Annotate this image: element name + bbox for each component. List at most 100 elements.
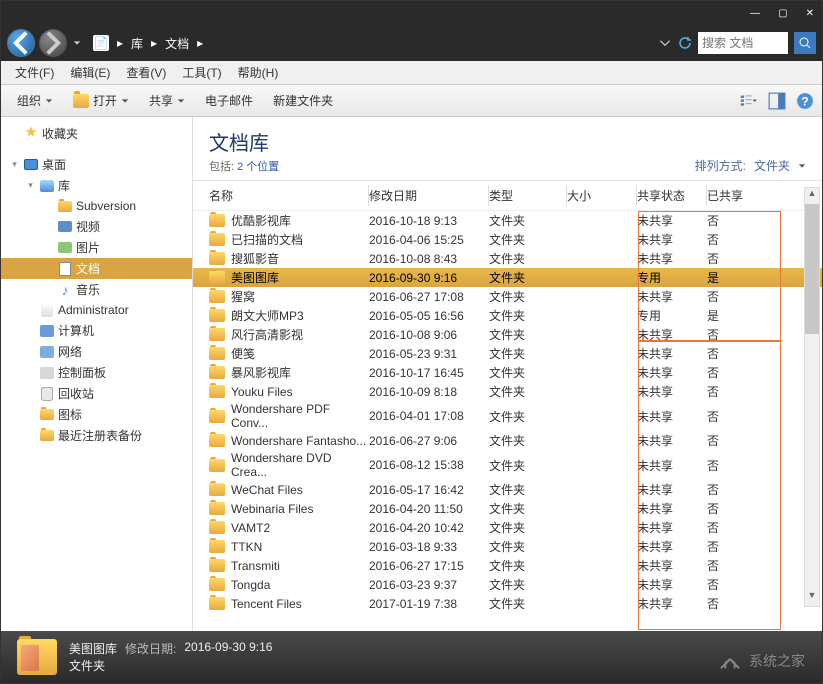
minimize-button[interactable]: — bbox=[750, 8, 760, 19]
close-button[interactable]: ✕ bbox=[806, 8, 814, 19]
file-row[interactable]: Webinaria Files2016-04-20 11:50文件夹未共享否 bbox=[193, 499, 822, 518]
expand-icon[interactable] bbox=[25, 388, 36, 399]
organize-button[interactable]: 组织 bbox=[9, 89, 61, 112]
file-row[interactable]: Wondershare PDF Conv...2016-04-01 17:08文… bbox=[193, 401, 822, 431]
scroll-down-button[interactable]: ▼ bbox=[805, 590, 819, 606]
selected-item-date: 2016-09-30 9:16 bbox=[184, 640, 272, 657]
scrollbar-thumb[interactable] bbox=[805, 204, 819, 334]
expand-icon[interactable] bbox=[43, 221, 54, 232]
tree-item-桌面[interactable]: ▾桌面 bbox=[1, 154, 192, 175]
scroll-up-button[interactable]: ▲ bbox=[805, 188, 819, 204]
music-icon: ♪ bbox=[57, 282, 73, 298]
expand-icon[interactable] bbox=[25, 305, 36, 316]
folder-open-icon bbox=[73, 94, 89, 108]
column-headers[interactable]: 名称 修改日期 类型 大小 共享状态 已共享 bbox=[193, 181, 822, 211]
breadcrumb-item[interactable]: 文档 bbox=[165, 35, 189, 52]
sort-value[interactable]: 文件夹 bbox=[754, 157, 790, 174]
nav-tree[interactable]: 收藏夹▾桌面▾库Subversion视频图片文档♪音乐Administrator… bbox=[1, 117, 193, 631]
expand-icon[interactable] bbox=[25, 325, 36, 336]
menu-edit[interactable]: 编辑(E) bbox=[64, 62, 116, 83]
file-row[interactable]: Tongda2016-03-23 9:37文件夹未共享否 bbox=[193, 575, 822, 594]
preview-pane-button[interactable] bbox=[768, 92, 786, 110]
expand-icon[interactable] bbox=[25, 367, 36, 378]
forward-button[interactable] bbox=[39, 29, 67, 57]
expand-icon[interactable] bbox=[9, 128, 20, 139]
scrollbar[interactable]: ▲ ▼ bbox=[804, 187, 820, 607]
file-row[interactable]: 便笺2016-05-23 9:31文件夹未共享否 bbox=[193, 344, 822, 363]
folder-icon bbox=[209, 347, 225, 360]
share-button[interactable]: 共享 bbox=[141, 89, 193, 112]
expand-icon[interactable] bbox=[43, 263, 54, 274]
back-button[interactable] bbox=[7, 29, 35, 57]
file-row[interactable]: 搜狐影音2016-10-08 8:43文件夹未共享否 bbox=[193, 249, 822, 268]
file-row[interactable]: 美图图库2016-09-30 9:16文件夹专用是 bbox=[193, 268, 822, 287]
file-date: 2016-04-20 11:50 bbox=[369, 502, 489, 516]
file-row[interactable]: 暴风影视库2016-10-17 16:45文件夹未共享否 bbox=[193, 363, 822, 382]
new-folder-button[interactable]: 新建文件夹 bbox=[265, 89, 341, 112]
file-list[interactable]: 优酷影视库2016-10-18 9:13文件夹未共享否已扫描的文档2016-04… bbox=[193, 211, 822, 631]
tree-item-回收站[interactable]: 回收站 bbox=[1, 383, 192, 404]
maximize-button[interactable]: ▢ bbox=[778, 8, 787, 19]
menu-help[interactable]: 帮助(H) bbox=[232, 62, 285, 83]
search-button[interactable] bbox=[794, 32, 816, 54]
file-name: 已扫描的文档 bbox=[231, 231, 303, 248]
tree-item-计算机[interactable]: 计算机 bbox=[1, 320, 192, 341]
tree-item-库[interactable]: ▾库 bbox=[1, 175, 192, 196]
col-type[interactable]: 类型 bbox=[489, 185, 567, 206]
file-row[interactable]: 风行高清影视2016-10-08 9:06文件夹未共享否 bbox=[193, 325, 822, 344]
file-row[interactable]: Youku Files2016-10-09 8:18文件夹未共享否 bbox=[193, 382, 822, 401]
breadcrumb-item[interactable]: 库 bbox=[131, 35, 143, 52]
tree-item-控制面板[interactable]: 控制面板 bbox=[1, 362, 192, 383]
col-share-status[interactable]: 共享状态 bbox=[637, 185, 707, 206]
email-button[interactable]: 电子邮件 bbox=[197, 89, 261, 112]
tree-item-label: 库 bbox=[58, 177, 70, 194]
tree-item-网络[interactable]: 网络 bbox=[1, 341, 192, 362]
file-row[interactable]: 猩窝2016-06-27 17:08文件夹未共享否 bbox=[193, 287, 822, 306]
file-row[interactable]: TTKN2016-03-18 9:33文件夹未共享否 bbox=[193, 537, 822, 556]
file-row[interactable]: VAMT22016-04-20 10:42文件夹未共享否 bbox=[193, 518, 822, 537]
tree-item-音乐[interactable]: ♪音乐 bbox=[1, 279, 192, 300]
open-button[interactable]: 打开 bbox=[65, 89, 137, 112]
expand-icon[interactable] bbox=[43, 201, 54, 212]
chevron-down-icon[interactable] bbox=[658, 36, 672, 50]
menu-file[interactable]: 文件(F) bbox=[9, 62, 60, 83]
tree-item-Administrator[interactable]: Administrator bbox=[1, 300, 192, 320]
menu-tools[interactable]: 工具(T) bbox=[176, 62, 227, 83]
file-row[interactable]: Transmiti2016-06-27 17:15文件夹未共享否 bbox=[193, 556, 822, 575]
file-row[interactable]: WeChat Files2016-05-17 16:42文件夹未共享否 bbox=[193, 480, 822, 499]
tree-item-收藏夹[interactable]: 收藏夹 bbox=[1, 123, 192, 144]
tree-item-视频[interactable]: 视频 bbox=[1, 216, 192, 237]
file-row[interactable]: Wondershare DVD Crea...2016-08-12 15:38文… bbox=[193, 450, 822, 480]
file-row[interactable]: 优酷影视库2016-10-18 9:13文件夹未共享否 bbox=[193, 211, 822, 230]
expand-icon[interactable]: ▾ bbox=[9, 159, 20, 170]
tree-item-图片[interactable]: 图片 bbox=[1, 237, 192, 258]
expand-icon[interactable] bbox=[43, 242, 54, 253]
file-row[interactable]: Tencent Files2017-01-19 7:38文件夹未共享否 bbox=[193, 594, 822, 613]
tree-item-Subversion[interactable]: Subversion bbox=[1, 196, 192, 216]
search-input[interactable] bbox=[698, 32, 788, 54]
tree-item-图标[interactable]: 图标 bbox=[1, 404, 192, 425]
expand-icon[interactable] bbox=[25, 430, 36, 441]
tree-item-最近注册表备份[interactable]: 最近注册表备份 bbox=[1, 425, 192, 446]
breadcrumb[interactable]: 📄 ▸ 库 ▸ 文档 ▸ bbox=[93, 35, 654, 52]
arrange-by[interactable]: 排列方式: 文件夹 bbox=[695, 157, 806, 174]
col-shared[interactable]: 已共享 bbox=[707, 185, 763, 206]
titlebar[interactable]: — ▢ ✕ bbox=[1, 1, 822, 25]
includes-link[interactable]: 2 个位置 bbox=[237, 161, 279, 173]
menu-view[interactable]: 查看(V) bbox=[120, 62, 172, 83]
history-dropdown-icon[interactable] bbox=[71, 34, 81, 52]
file-row[interactable]: 朗文大师MP32016-05-05 16:56文件夹专用是 bbox=[193, 306, 822, 325]
expand-icon[interactable] bbox=[25, 346, 36, 357]
file-row[interactable]: 已扫描的文档2016-04-06 15:25文件夹未共享否 bbox=[193, 230, 822, 249]
expand-icon[interactable] bbox=[25, 409, 36, 420]
view-mode-button[interactable] bbox=[740, 92, 758, 110]
help-button[interactable]: ? bbox=[796, 92, 814, 110]
file-row[interactable]: Wondershare Fantasho...2016-06-27 9:06文件… bbox=[193, 431, 822, 450]
col-size[interactable]: 大小 bbox=[567, 185, 637, 206]
refresh-icon[interactable] bbox=[678, 36, 692, 50]
col-date[interactable]: 修改日期 bbox=[369, 185, 489, 206]
expand-icon[interactable]: ▾ bbox=[25, 180, 36, 191]
expand-icon[interactable] bbox=[43, 284, 54, 295]
tree-item-文档[interactable]: 文档 bbox=[1, 258, 192, 279]
col-name[interactable]: 名称 bbox=[209, 185, 369, 206]
